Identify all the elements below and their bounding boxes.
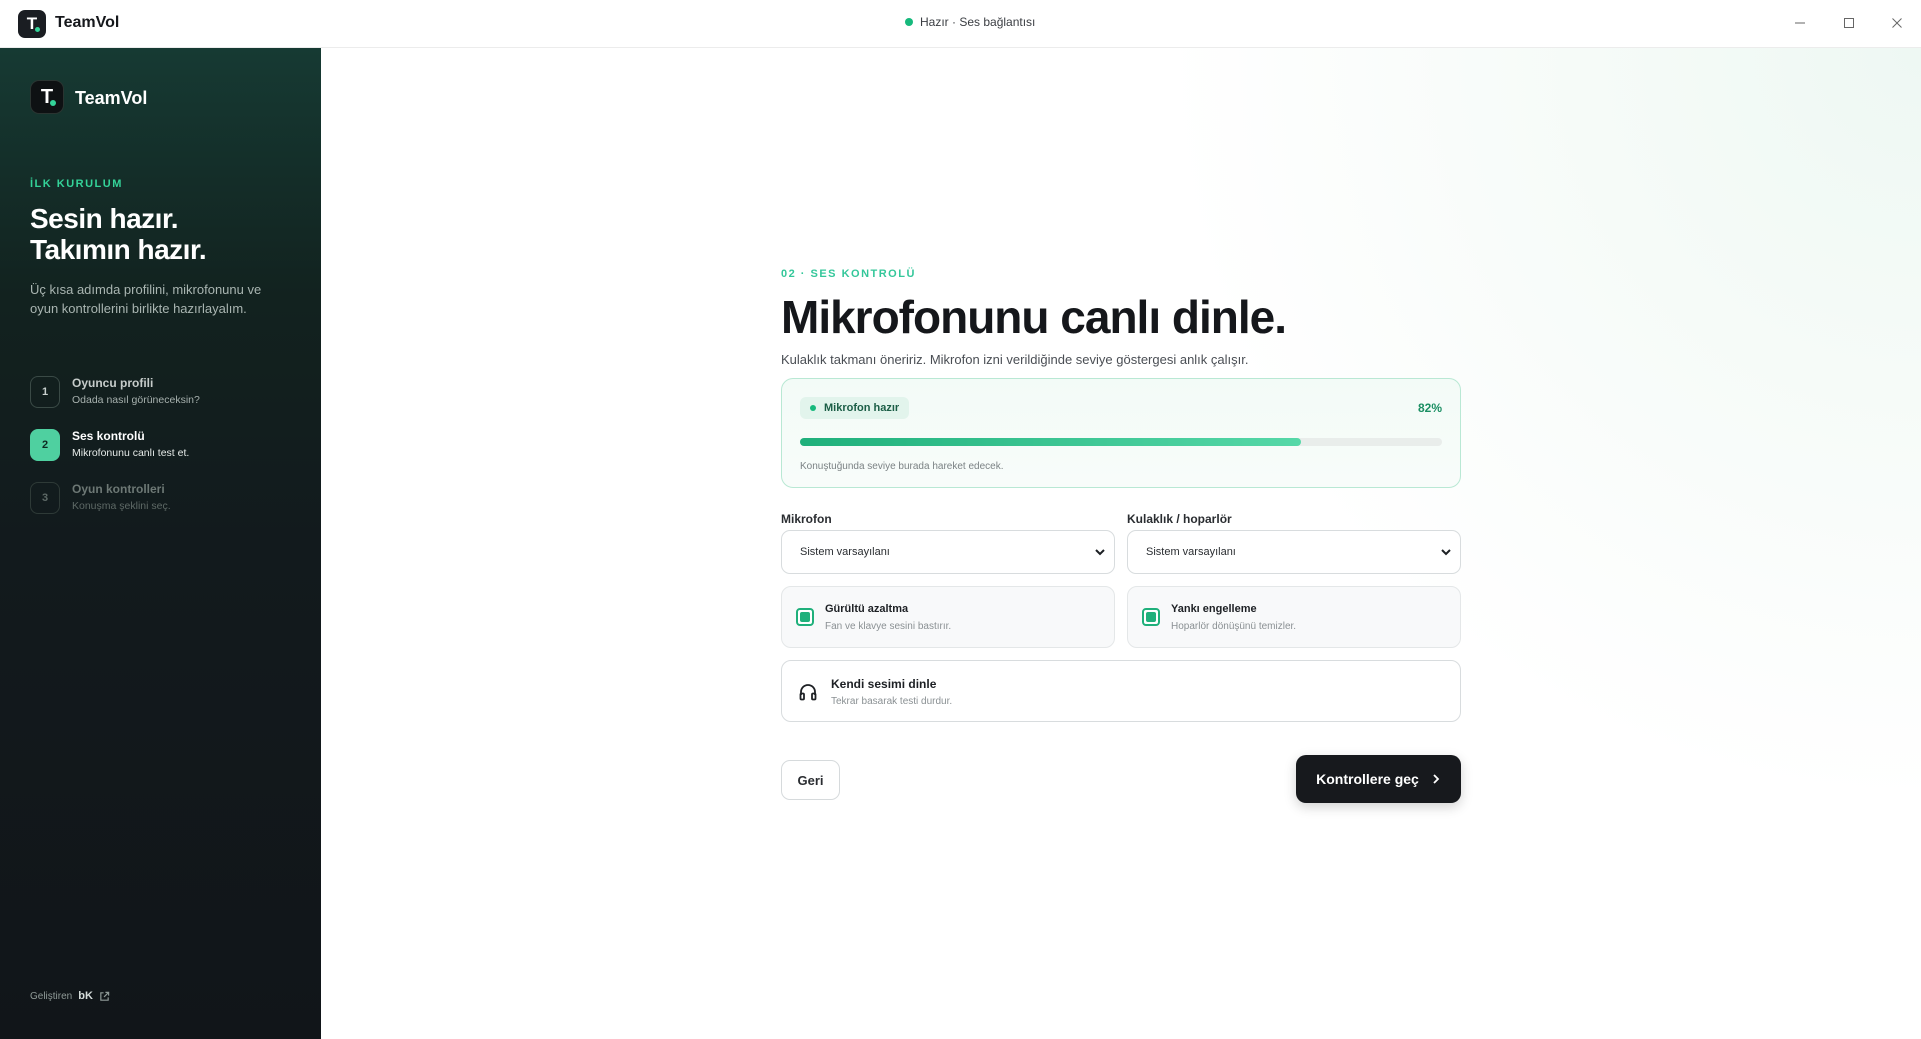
echo-cancellation-sub: Hoparlör dönüşünü temizler. [1171,621,1297,632]
external-link-icon [100,991,110,1001]
sidebar-title-line2: Takımın hazır. [30,234,207,265]
noise-suppression-title: Gürültü azaltma [825,603,909,615]
mic-status-dot-icon [810,405,816,411]
sidebar-logo-icon: T [30,80,64,114]
next-button-label: Kontrollere geç [1316,771,1419,787]
sidebar-title-line1: Sesin hazır. [30,203,179,234]
step-label: Oyuncu profili [72,376,154,390]
connection-status-text: Hazır · Ses bağlantısı [920,15,1036,29]
step-kicker: 02 · SES KONTROLÜ [781,268,916,280]
output-label: Kulaklık / hoparlör [1127,512,1232,526]
page-title: Mikrofonunu canlı dinle. [781,291,1287,343]
connection-status: Hazır · Ses bağlantısı [905,15,1035,29]
microphone-select-value: Sistem varsayılanı [800,546,890,558]
echo-cancellation-checkbox[interactable] [1142,608,1160,626]
close-button[interactable] [1882,10,1912,36]
microphone-label: Mikrofon [781,512,832,526]
chevron-down-icon [1441,549,1451,556]
headphones-icon [799,684,817,701]
mic-level-percent: 82% [1417,401,1442,415]
minimize-icon [1795,22,1805,24]
noise-suppression-sub: Fan ve klavye sesini bastırır. [825,621,952,632]
sound-check-content: 02 · SES KONTROLÜ Mikrofonunu canlı dinl… [781,268,1461,803]
mic-status-badge: Mikrofon hazır [800,397,910,419]
close-icon [1892,18,1902,28]
status-dot-icon [905,18,913,26]
noise-suppression-option[interactable]: Gürültü azaltma Fan ve klavye sesini bas… [781,586,1115,648]
step-number: 3 [30,482,60,514]
page-description: Kulaklık takmanı öneririz. Mikrofon izni… [781,352,1249,367]
monitor-self-sub: Tekrar basarak testi durdur. [831,696,953,707]
back-button[interactable]: Geri [781,760,840,800]
maximize-icon [1844,18,1854,28]
microphone-select[interactable]: Sistem varsayılanı [781,530,1115,574]
step-sound-check[interactable]: 2 Ses kontrolü Mikrofonunu canlı test et… [30,429,290,469]
step-sub: Odada nasıl görüneceksin? [72,394,200,406]
step-sub: Konuşma şeklini seç. [72,500,171,512]
step-game-controls[interactable]: 3 Oyun kontrolleri Konuşma şeklini seç. [30,482,290,522]
minimize-button[interactable] [1785,10,1815,36]
step-label: Oyun kontrolleri [72,482,165,496]
noise-suppression-checkbox[interactable] [796,608,814,626]
chevron-right-icon [1433,774,1440,784]
sidebar-description: Üç kısa adımda profilini, mikrofonunu ve… [30,282,262,316]
next-button[interactable]: Kontrollere geç [1296,755,1461,803]
step-number: 1 [30,376,60,408]
echo-cancellation-option[interactable]: Yankı engelleme Hoparlör dönüşünü temizl… [1127,586,1461,648]
mic-level-hint: Konuştuğunda seviye burada hareket edece… [800,461,1004,472]
mic-level-meter: Mikrofon hazır 82% Konuştuğunda seviye b… [781,378,1461,488]
monitor-self-title: Kendi sesimi dinle [831,677,937,691]
monitor-self-button[interactable]: Kendi sesimi dinle Tekrar basarak testi … [781,660,1461,722]
level-bar-fill [800,438,1301,446]
main-panel: 02 · SES KONTROLÜ Mikrofonunu canlı dinl… [321,48,1921,1039]
sidebar-brand: TeamVol [75,88,148,108]
step-sub: Mikrofonunu canlı test et. [72,447,190,459]
output-select[interactable]: Sistem varsayılanı [1127,530,1461,574]
developer-credit[interactable]: Geliştiren bK [30,990,110,1002]
developer-name: bK [78,990,93,1002]
output-select-value: Sistem varsayılanı [1146,546,1236,558]
sidebar-kicker: İLK KURULUM [30,178,123,190]
step-player-profile[interactable]: 1 Oyuncu profili Odada nasıl görüneceksi… [30,376,290,416]
sidebar: T TeamVol İLK KURULUM Sesin hazır. Takım… [0,48,321,1039]
app-logo-icon: T [18,10,46,38]
sidebar-title: Sesin hazır. Takımın hazır. [30,203,207,265]
title-bar: T TeamVol Hazır · Ses bağlantısı [0,0,1921,48]
chevron-down-icon [1095,549,1105,556]
app-title: TeamVol [55,14,120,31]
echo-cancellation-title: Yankı engelleme [1171,603,1257,615]
developer-prefix: Geliştiren [30,990,73,1002]
step-label: Ses kontrolü [72,429,145,443]
mic-status-text: Mikrofon hazır [824,402,900,414]
step-number: 2 [30,429,60,461]
maximize-button[interactable] [1834,10,1864,36]
level-bar-track [800,438,1442,446]
